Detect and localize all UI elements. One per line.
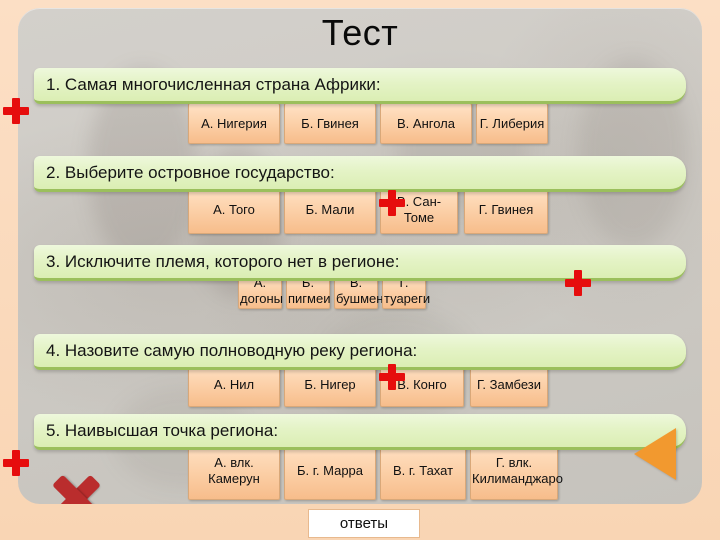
option-5-d[interactable]: Г. влк. Килиманджаро [470, 442, 563, 500]
triangle-left-icon[interactable] [634, 428, 676, 480]
question-bar-1: 1. Самая многочисленная страна Африки: [34, 68, 686, 104]
option-1-b[interactable]: Б. Гвинея [284, 103, 376, 144]
option-2-b[interactable]: Б. Мали [284, 186, 376, 234]
option-5-c[interactable]: В. г. Тахат [380, 442, 466, 500]
red-plus-icon[interactable] [379, 364, 405, 390]
question-text-2: 2. Выберите островное государство: [46, 162, 335, 182]
question-text-4: 4. Назовите самую полноводную реку регио… [46, 340, 418, 360]
red-plus-icon[interactable] [565, 270, 591, 296]
question-bar-2: 2. Выберите островное государство: [34, 156, 686, 192]
slide-panel: Тест 1. Самая многочисленная страна Афри… [18, 8, 702, 504]
option-2-d[interactable]: Г. Гвинея [464, 186, 548, 234]
option-1-d[interactable]: Г. Либерия [476, 103, 548, 144]
option-2-a[interactable]: А. Того [188, 186, 280, 234]
question-bar-4: 4. Назовите самую полноводную реку регио… [34, 334, 686, 370]
question-text-1: 1. Самая многочисленная страна Африки: [46, 74, 381, 94]
slide-frame: Тест 1. Самая многочисленная страна Афри… [0, 0, 720, 540]
option-1-c[interactable]: В. Ангола [380, 103, 472, 144]
question-bar-5: 5. Наивысшая точка региона: [34, 414, 686, 450]
red-plus-icon[interactable] [3, 98, 29, 124]
answers-button[interactable]: ответы [308, 509, 420, 538]
page-title: Тест [321, 12, 399, 53]
option-5-a[interactable]: А. влк. Камерун [188, 442, 280, 500]
red-plus-icon[interactable] [379, 190, 405, 216]
option-1-a[interactable]: А. Нигерия [188, 103, 280, 144]
question-text-5: 5. Наивысшая точка региона: [46, 420, 279, 440]
question-text-3: 3. Исключите племя, которого нет в регио… [46, 251, 400, 271]
option-5-b[interactable]: Б. г. Марра [284, 442, 376, 500]
x-mark-icon[interactable] [50, 473, 102, 504]
red-plus-icon[interactable] [3, 450, 29, 476]
